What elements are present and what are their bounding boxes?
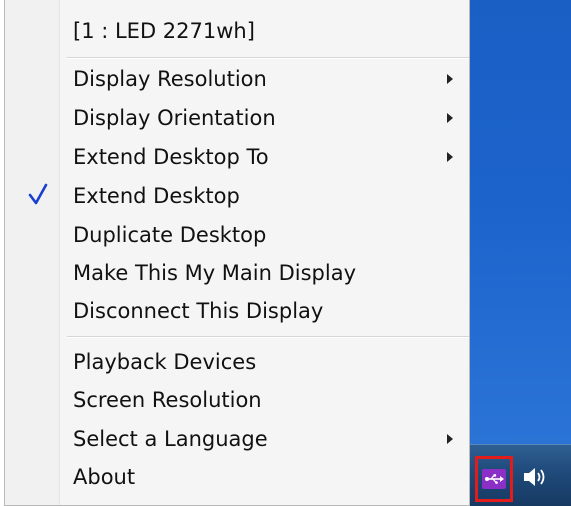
menu-item-label: Extend Desktop To — [73, 145, 269, 169]
submenu-arrow-icon — [447, 152, 453, 162]
menu-item-label: Display Resolution — [73, 67, 267, 91]
menu-item-display-resolution[interactable]: Display Resolution — [5, 60, 469, 98]
submenu-arrow-icon — [447, 74, 453, 84]
speaker-icon[interactable] — [518, 462, 554, 492]
context-menu: [1 : LED 2271wh] Display Resolution Disp… — [4, 0, 470, 506]
menu-item-extend-desktop-to[interactable]: Extend Desktop To — [5, 138, 469, 176]
menu-item-extend-desktop[interactable]: Extend Desktop — [5, 177, 469, 215]
menu-separator — [67, 57, 469, 59]
menu-item-select-language[interactable]: Select a Language — [5, 420, 469, 458]
menu-header-display-name: [1 : LED 2271wh] — [5, 12, 469, 50]
checkmark-icon — [27, 182, 49, 213]
menu-item-label: Extend Desktop — [73, 184, 240, 208]
menu-item-label: Screen Resolution — [73, 388, 262, 412]
menu-item-label: About — [73, 465, 136, 489]
menu-item-label: Display Orientation — [73, 106, 276, 130]
menu-item-label: Make This My Main Display — [73, 261, 357, 285]
menu-item-screen-resolution[interactable]: Screen Resolution — [5, 381, 469, 419]
menu-item-disconnect-display[interactable]: Disconnect This Display — [5, 292, 469, 330]
usb-display-tray-icon[interactable] — [475, 456, 513, 502]
menu-item-duplicate-desktop[interactable]: Duplicate Desktop — [5, 216, 469, 254]
menu-item-playback-devices[interactable]: Playback Devices — [5, 343, 469, 381]
menu-item-label: Disconnect This Display — [73, 299, 324, 323]
menu-item-label: Duplicate Desktop — [73, 223, 267, 247]
desktop-background — [468, 0, 571, 444]
menu-header-label: [1 : LED 2271wh] — [73, 19, 255, 43]
submenu-arrow-icon — [447, 113, 453, 123]
menu-item-about[interactable]: About — [5, 458, 469, 496]
menu-item-make-main-display[interactable]: Make This My Main Display — [5, 254, 469, 292]
submenu-arrow-icon — [447, 434, 453, 444]
usb-display-icon — [482, 469, 506, 489]
menu-item-label: Playback Devices — [73, 350, 257, 374]
menu-item-display-orientation[interactable]: Display Orientation — [5, 99, 469, 137]
menu-item-label: Select a Language — [73, 427, 268, 451]
menu-separator — [67, 336, 469, 338]
screen: [1 : LED 2271wh] Display Resolution Disp… — [0, 0, 571, 506]
